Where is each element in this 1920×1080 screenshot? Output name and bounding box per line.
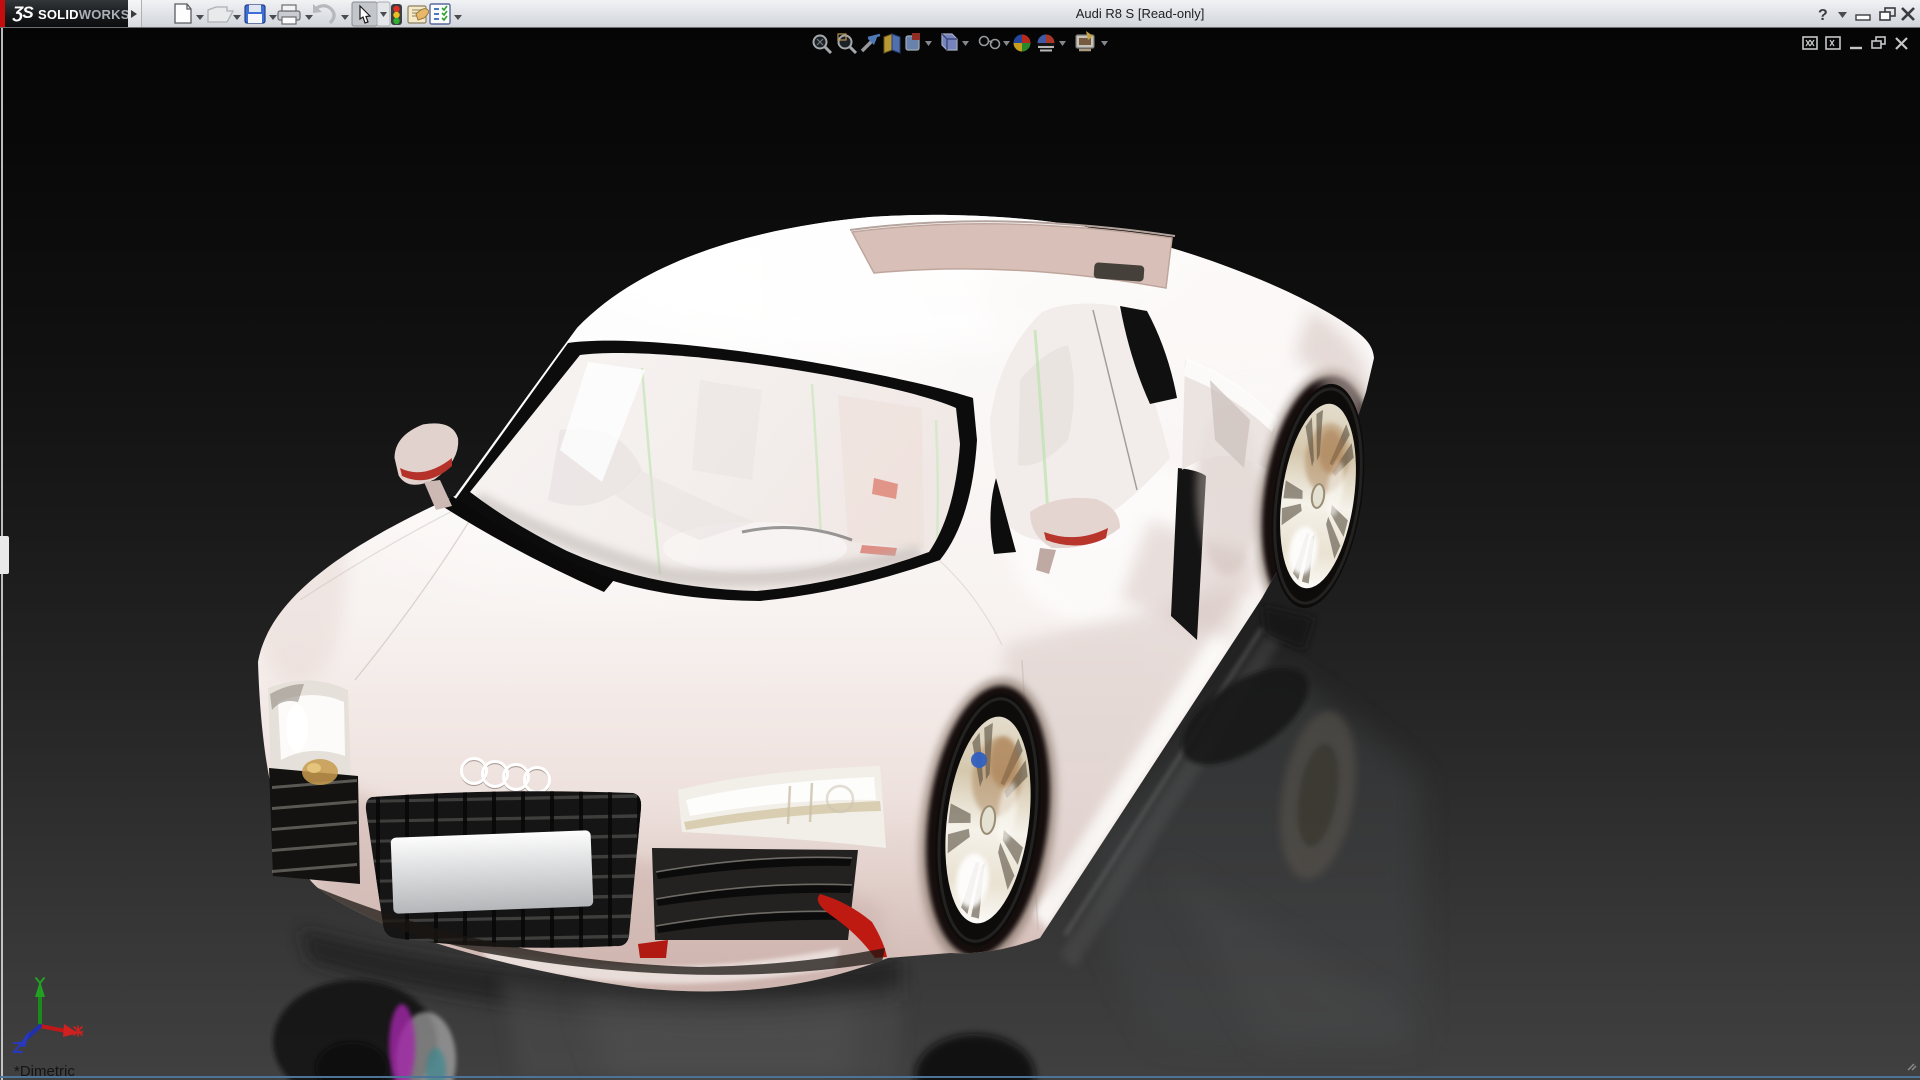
svg-text:?: ? xyxy=(1818,7,1828,24)
